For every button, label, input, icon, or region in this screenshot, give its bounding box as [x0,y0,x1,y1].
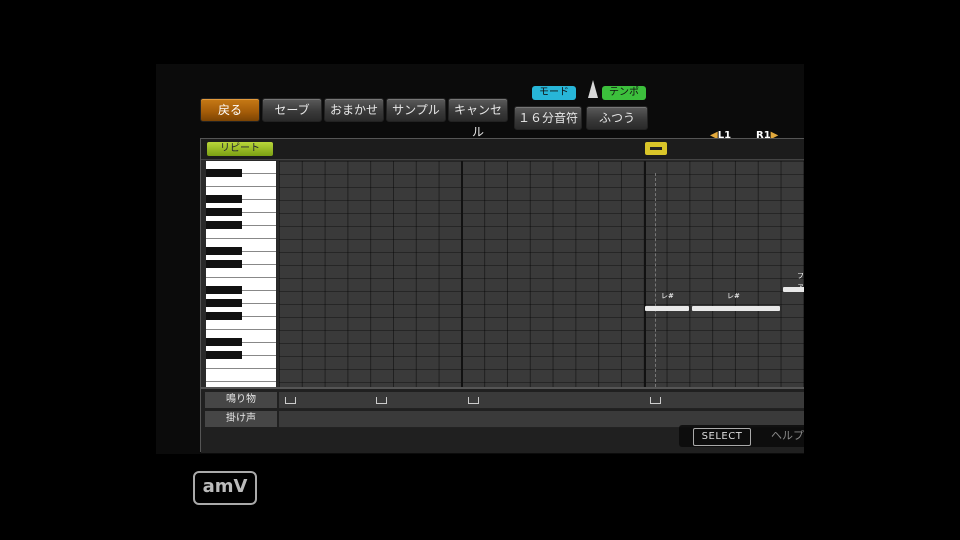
black-key[interactable] [206,208,242,216]
tempo-tag: テンポ [602,86,646,100]
cancel-button[interactable]: キャンセル [448,98,508,139]
black-key[interactable] [206,351,242,359]
loop-marker-icon[interactable] [645,142,667,155]
black-key[interactable] [206,286,242,294]
timeline-strip: リピート [201,139,804,160]
black-key[interactable] [206,312,242,320]
playhead-line [655,173,657,387]
sample-button[interactable]: サンプル [386,98,446,122]
note-value-button[interactable]: １６分音符 [514,106,582,130]
track-row: 鳴り物 [201,392,804,410]
save-button[interactable]: セーブ [262,98,322,122]
back-button[interactable]: 戻る [200,98,260,122]
black-key[interactable] [206,169,242,177]
note-grid[interactable] [279,161,804,387]
track-name-instruments: 鳴り物 [205,392,277,408]
amv-watermark-logo: amV [193,471,257,505]
black-key[interactable] [206,221,242,229]
select-button[interactable]: SELECT [693,428,751,446]
piano-keyboard[interactable] [206,161,276,387]
note-label: レ# [661,292,674,300]
note-block[interactable] [783,287,804,292]
auto-button[interactable]: おまかせ [324,98,384,122]
black-key[interactable] [206,299,242,307]
mode-tag: モード [532,86,576,100]
metronome-icon [588,80,598,98]
drum-icon[interactable] [650,397,661,404]
track-lane[interactable] [279,392,804,409]
repeat-button[interactable]: リピート [207,142,273,156]
black-key[interactable] [206,338,242,346]
note-block[interactable] [692,306,780,311]
tempo-value-button[interactable]: ふつう [586,106,648,130]
note-label: レ# [727,292,740,300]
drum-icon[interactable] [285,397,296,404]
black-key[interactable] [206,195,242,203]
white-key[interactable] [206,369,276,382]
track-name-calls: 掛け声 [205,411,277,427]
drum-icon[interactable] [468,397,479,404]
piano-roll-editor: リピート レ# レ# ファ 鳴り物 掛け声 SELECT ヘルプ [200,138,804,453]
note-block[interactable] [645,306,689,311]
select-help-bar: SELECT ヘルプ [679,425,804,447]
game-screen: 戻る セーブ おまかせ サンプル キャンセル モード テンポ １６分音符 ふつう… [156,64,804,454]
black-key[interactable] [206,247,242,255]
drum-icon[interactable] [376,397,387,404]
black-key[interactable] [206,260,242,268]
help-label[interactable]: ヘルプ [771,428,804,444]
